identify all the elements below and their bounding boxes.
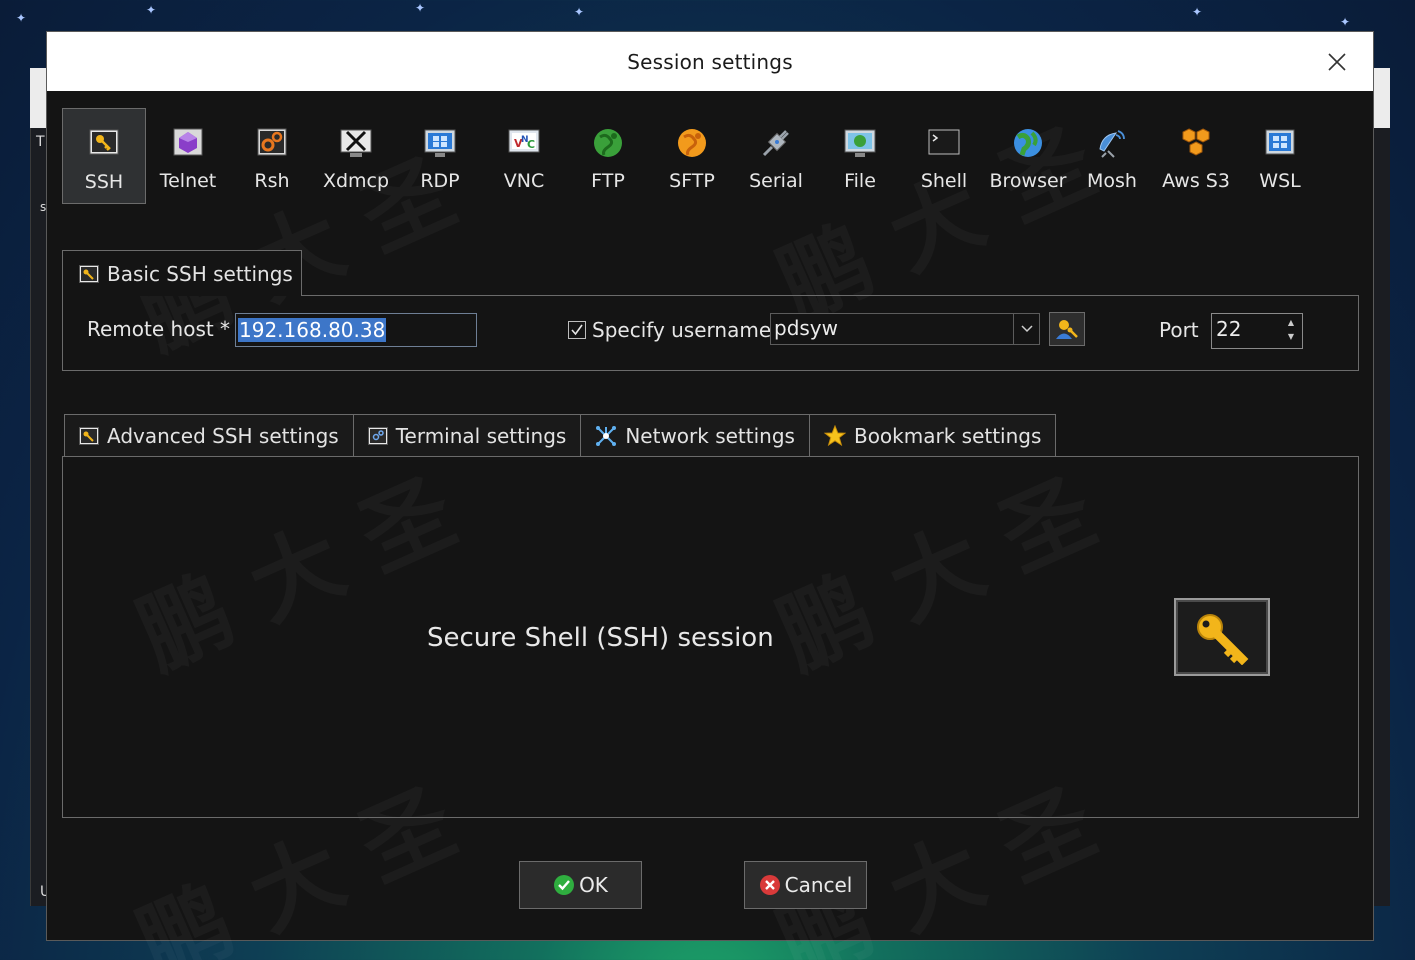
- remote-host-value: 192.168.80.38: [238, 318, 387, 342]
- username-value: pdsyw: [774, 316, 839, 340]
- protocol-label: Shell: [920, 170, 968, 192]
- dialog-titlebar: Session settings: [47, 32, 1373, 91]
- close-icon: [1328, 53, 1346, 71]
- key-small-icon: [79, 264, 99, 283]
- background-app-text: T: [36, 134, 45, 150]
- tab-label: Basic SSH settings: [107, 261, 293, 286]
- satellite-plug-icon: [759, 126, 793, 160]
- port-value: 22: [1216, 317, 1242, 341]
- green-globe-icon: [591, 126, 625, 160]
- protocol-label: Xdmcp: [322, 170, 390, 192]
- spin-buttons[interactable]: ▲ ▼: [1284, 316, 1298, 346]
- purple-gem-icon: [171, 126, 205, 160]
- session-type-description: Secure Shell (SSH) session: [427, 623, 774, 653]
- terminal-icon: [927, 126, 961, 160]
- gold-key-icon: [1197, 614, 1249, 665]
- spin-up-icon[interactable]: ▲: [1284, 316, 1298, 330]
- windows-monitor-icon: [423, 126, 457, 160]
- protocol-shell[interactable]: Shell: [902, 108, 986, 204]
- cubes-icon: [1179, 126, 1213, 160]
- protocol-label: Rsh: [254, 170, 290, 192]
- protocol-vnc[interactable]: VNC VNC: [482, 108, 566, 204]
- protocol-bar: SSH Telnet Rsh Xdmcp RDP V N C VNC FTP S…: [62, 108, 1362, 204]
- session-settings-dialog: Session settings 鹏 大 圣 鹏 大 圣 鹏 大 圣 鹏 大 圣…: [46, 31, 1374, 941]
- spin-down-icon[interactable]: ▼: [1284, 330, 1298, 344]
- protocol-rsh[interactable]: Rsh: [230, 108, 314, 204]
- ssh-key-image: [1174, 598, 1270, 676]
- ok-label: OK: [579, 873, 608, 897]
- chevron-down-icon: [1020, 325, 1033, 333]
- protocol-label: Mosh: [1087, 170, 1137, 192]
- x-circle-icon: [759, 874, 781, 896]
- protocol-serial[interactable]: Serial: [734, 108, 818, 204]
- terminal-settings-icon: [367, 427, 388, 445]
- checkmark-icon: [571, 324, 583, 336]
- protocol-rdp[interactable]: RDP: [398, 108, 482, 204]
- network-icon: [595, 425, 617, 447]
- cancel-label: Cancel: [784, 873, 853, 897]
- earth-globe-icon: [1011, 126, 1045, 160]
- tab-label: Advanced SSH settings: [107, 424, 339, 448]
- windows-icon: [1263, 126, 1297, 160]
- orange-globe-icon: [675, 126, 709, 160]
- key-small-icon: [79, 427, 99, 445]
- protocol-xdmcp[interactable]: Xdmcp: [314, 108, 398, 204]
- protocol-mosh[interactable]: Mosh: [1070, 108, 1154, 204]
- tab-label: Terminal settings: [395, 424, 567, 448]
- protocol-label: Aws S3: [1162, 170, 1230, 192]
- protocol-label: FTP: [591, 170, 625, 192]
- protocol-label: RDP: [420, 170, 460, 192]
- tab-basic-ssh-settings[interactable]: Basic SSH settings: [62, 250, 302, 296]
- dropdown-button[interactable]: [1013, 314, 1039, 344]
- protocol-label: Serial: [749, 170, 803, 192]
- advanced-tab-bar: Advanced SSH settings Terminal settings …: [64, 414, 1057, 458]
- vnc-icon: VNC: [507, 126, 541, 160]
- key-icon: [87, 127, 121, 161]
- protocol-label: File: [844, 170, 876, 192]
- protocol-label: SFTP: [669, 170, 715, 192]
- file-monitor-icon: [843, 126, 877, 160]
- remote-host-label: Remote host *: [87, 317, 231, 341]
- user-key-icon: [1056, 320, 1078, 339]
- protocol-telnet[interactable]: Telnet: [146, 108, 230, 204]
- dialog-title: Session settings: [627, 49, 793, 74]
- port-spinbox[interactable]: 22 ▲ ▼: [1211, 313, 1303, 349]
- protocol-ssh[interactable]: SSH: [62, 108, 146, 204]
- cancel-button[interactable]: Cancel: [744, 861, 867, 909]
- specify-username-label: Specify username: [592, 318, 772, 342]
- star-icon: [823, 425, 846, 447]
- tab-advanced-ssh-settings[interactable]: Advanced SSH settings: [64, 414, 354, 457]
- protocol-awss3[interactable]: Aws S3: [1154, 108, 1238, 204]
- protocol-wsl[interactable]: WSL: [1238, 108, 1322, 204]
- user-manager-button[interactable]: [1049, 312, 1085, 346]
- advanced-settings-panel: Secure Shell (SSH) session: [62, 456, 1359, 818]
- x-display-icon: [339, 126, 373, 160]
- protocol-ftp[interactable]: FTP: [566, 108, 650, 204]
- username-combobox[interactable]: pdsyw: [770, 313, 1040, 345]
- close-button[interactable]: [1323, 48, 1351, 76]
- basic-settings-panel: Remote host * 192.168.80.38 Specify user…: [62, 295, 1359, 371]
- protocol-label: VNC: [503, 170, 545, 192]
- tab-label: Bookmark settings: [853, 424, 1042, 448]
- port-label: Port: [1159, 318, 1199, 342]
- protocol-label: Browser: [989, 170, 1067, 192]
- tab-terminal-settings[interactable]: Terminal settings: [352, 414, 582, 457]
- protocol-browser[interactable]: Browser: [986, 108, 1070, 204]
- tab-network-settings[interactable]: Network settings: [580, 414, 810, 457]
- gears-icon: [255, 126, 289, 160]
- tab-bookmark-settings[interactable]: Bookmark settings: [808, 414, 1057, 457]
- svg-text:C: C: [527, 138, 535, 151]
- ok-button[interactable]: OK: [519, 861, 642, 909]
- remote-host-input[interactable]: 192.168.80.38: [235, 313, 477, 347]
- protocol-sftp[interactable]: SFTP: [650, 108, 734, 204]
- specify-username-checkbox[interactable]: [568, 321, 586, 339]
- protocol-label: SSH: [84, 171, 124, 193]
- protocol-file[interactable]: File: [818, 108, 902, 204]
- satellite-dish-icon: [1095, 126, 1129, 160]
- check-circle-icon: [553, 874, 575, 896]
- protocol-label: WSL: [1259, 170, 1301, 192]
- protocol-label: Telnet: [159, 170, 217, 192]
- tab-label: Network settings: [625, 424, 795, 448]
